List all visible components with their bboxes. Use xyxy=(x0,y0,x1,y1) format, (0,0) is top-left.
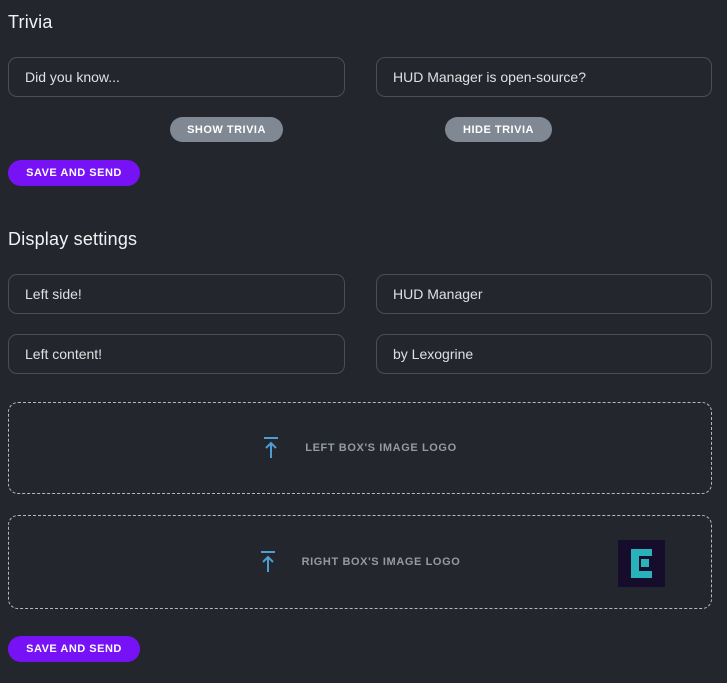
trivia-section-title: Trivia xyxy=(8,12,53,33)
left-logo-upload-dropzone[interactable]: LEFT BOX'S IMAGE LOGO xyxy=(8,402,712,494)
display-save-and-send-button[interactable]: SAVE AND SEND xyxy=(8,636,140,662)
lexogrine-e-logo xyxy=(618,540,665,587)
left-logo-upload-content: LEFT BOX'S IMAGE LOGO xyxy=(263,436,457,460)
left-box-title-input[interactable] xyxy=(8,274,345,314)
hide-trivia-button[interactable]: HIDE TRIVIA xyxy=(445,117,552,142)
show-trivia-button[interactable]: SHOW TRIVIA xyxy=(170,117,283,142)
trivia-save-and-send-button[interactable]: SAVE AND SEND xyxy=(8,160,140,186)
upload-icon xyxy=(263,436,279,460)
right-logo-upload-label: RIGHT BOX'S IMAGE LOGO xyxy=(302,556,461,568)
left-box-content-input[interactable] xyxy=(8,334,345,374)
right-box-title-input[interactable] xyxy=(376,274,712,314)
right-logo-upload-content: RIGHT BOX'S IMAGE LOGO xyxy=(260,550,461,574)
left-logo-upload-label: LEFT BOX'S IMAGE LOGO xyxy=(305,442,457,454)
trivia-answer-input[interactable] xyxy=(376,57,712,97)
trivia-question-input[interactable] xyxy=(8,57,345,97)
hud-manager-settings-panel: Trivia SHOW TRIVIA HIDE TRIVIA SAVE AND … xyxy=(0,0,727,683)
upload-icon xyxy=(260,550,276,574)
right-box-content-input[interactable] xyxy=(376,334,712,374)
display-settings-section-title: Display settings xyxy=(8,229,137,250)
right-logo-upload-dropzone[interactable]: RIGHT BOX'S IMAGE LOGO xyxy=(8,515,712,609)
